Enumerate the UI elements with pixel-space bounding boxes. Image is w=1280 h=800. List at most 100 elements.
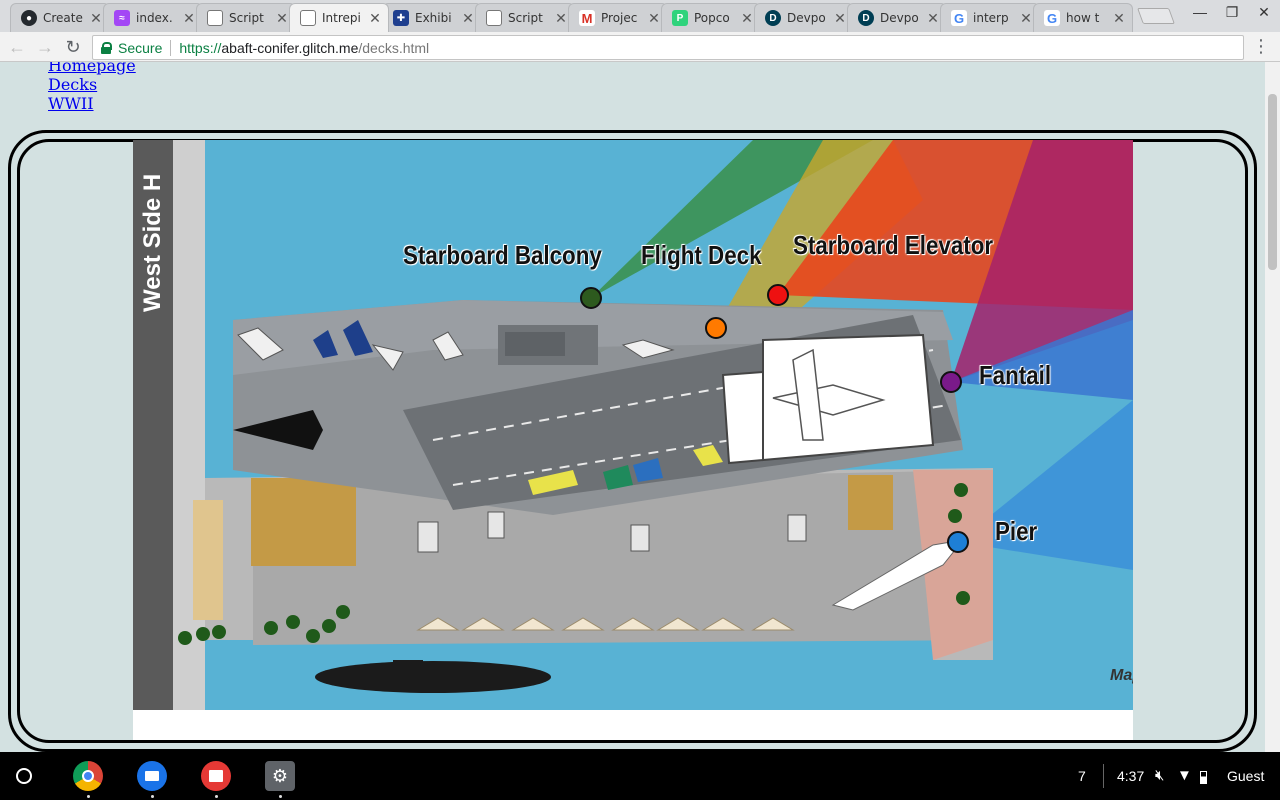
url-path: /decks.html <box>358 39 430 56</box>
tab-title: Popco <box>694 11 730 25</box>
running-indicator <box>215 795 218 798</box>
tray-divider <box>1103 764 1104 788</box>
tab-11[interactable]: G how t ✕ <box>1033 3 1133 32</box>
url-protocol: https:// <box>179 39 222 56</box>
lock-icon <box>101 41 112 54</box>
reload-icon[interactable]: ↻ <box>62 36 84 58</box>
close-icon[interactable]: ✕ <box>833 10 847 27</box>
new-tab-button[interactable] <box>1137 8 1175 24</box>
nav-link-decks[interactable]: Decks <box>48 75 136 94</box>
map-credit: Map <box>1110 667 1133 684</box>
nav-link-homepage[interactable]: Homepage <box>48 62 136 75</box>
nav-link-wwii[interactable]: WWII <box>48 94 136 113</box>
scrollbar[interactable] <box>1265 62 1280 752</box>
devpost-icon: D <box>765 10 781 26</box>
wifi-icon[interactable]: ▼ <box>1177 752 1192 800</box>
google-icon: G <box>951 10 967 26</box>
label-pier[interactable]: Pier <box>995 516 1037 547</box>
popcorn-icon: P <box>672 10 688 26</box>
close-icon[interactable]: ✕ <box>647 10 661 27</box>
devpost-icon: D <box>858 10 874 26</box>
address-bar[interactable]: Secure https:// abaft-conifer.glitch.me … <box>92 35 1244 60</box>
back-arrow-icon[interactable]: ← <box>6 36 28 58</box>
map-caption-area <box>133 710 1133 740</box>
tab-4[interactable]: ✚ Exhibi ✕ <box>382 3 482 32</box>
tab-title: Script <box>508 11 543 25</box>
clock[interactable]: 4:37 <box>1117 752 1144 800</box>
restore-icon[interactable]: ❐ <box>1218 4 1246 21</box>
tab-9[interactable]: D Devpo ✕ <box>847 3 947 32</box>
tab-title: Exhibi <box>415 11 452 25</box>
tab-title: Intrepi <box>322 11 361 25</box>
close-icon[interactable]: ✕ <box>1112 10 1126 27</box>
document-icon <box>486 10 502 26</box>
mute-icon[interactable]: 🔇︎ <box>1155 752 1164 800</box>
marker-flight-deck <box>705 317 727 339</box>
close-icon[interactable]: ✕ <box>461 10 475 27</box>
marker-fantail <box>940 371 962 393</box>
tab-strip: ● Create ✕ ≈ index. ✕ Script ✕ Intrepi ✕… <box>0 0 1280 32</box>
close-icon[interactable]: ✕ <box>182 10 196 27</box>
label-starboard-balcony[interactable]: Starboard Balcony <box>403 240 602 271</box>
omnibox-divider <box>170 39 172 56</box>
minimize-icon[interactable]: — <box>1186 4 1214 20</box>
tab-6[interactable]: M Projec ✕ <box>568 3 668 32</box>
forward-arrow-icon[interactable]: → <box>34 36 56 58</box>
tab-title: Devpo <box>787 11 826 25</box>
browser-toolbar: ← → ↻ Secure https:// abaft-conifer.glit… <box>0 32 1280 62</box>
chrome-icon[interactable] <box>73 761 103 791</box>
close-icon[interactable]: ✕ <box>368 10 382 27</box>
tab-3[interactable]: Intrepi ✕ <box>289 3 389 32</box>
files-icon[interactable] <box>137 761 167 791</box>
launcher-icon[interactable] <box>16 768 32 784</box>
close-icon[interactable]: ✕ <box>89 10 103 27</box>
tab-10[interactable]: G interp ✕ <box>940 3 1040 32</box>
tab-title: Devpo <box>880 11 919 25</box>
secure-label: Secure <box>118 39 163 56</box>
intrepid-deck-map: West Side H Starboard Balcony Flight Dec… <box>133 140 1133 710</box>
more-menu-icon[interactable]: ⋮ <box>1252 36 1270 57</box>
document-icon <box>300 10 316 26</box>
gallery-icon[interactable] <box>201 761 231 791</box>
glitch-icon: ≈ <box>114 10 130 26</box>
tab-title: Script <box>229 11 264 25</box>
map-illustration <box>133 140 1133 710</box>
tab-1[interactable]: ≈ index. ✕ <box>103 3 203 32</box>
nav-links: Homepage Decks WWII <box>48 62 136 113</box>
github-icon: ● <box>21 10 37 26</box>
tab-7[interactable]: P Popco ✕ <box>661 3 761 32</box>
label-flight-deck[interactable]: Flight Deck <box>641 240 762 271</box>
notification-count[interactable]: 7 <box>1078 752 1086 800</box>
tab-2[interactable]: Script ✕ <box>196 3 296 32</box>
user-label[interactable]: Guest <box>1227 752 1264 800</box>
google-icon: G <box>1044 10 1060 26</box>
tab-title: how t <box>1066 11 1100 25</box>
exhibit-icon: ✚ <box>393 10 409 26</box>
running-indicator <box>279 795 282 798</box>
running-indicator <box>151 795 154 798</box>
close-icon[interactable]: ✕ <box>1019 10 1033 27</box>
close-window-icon[interactable]: ✕ <box>1250 4 1278 21</box>
url-host: abaft-conifer.glitch.me <box>221 39 359 56</box>
close-icon[interactable]: ✕ <box>740 10 754 27</box>
close-icon[interactable]: ✕ <box>926 10 940 27</box>
settings-icon[interactable]: ⚙ <box>265 761 295 791</box>
label-fantail[interactable]: Fantail <box>979 360 1051 391</box>
road-label: West Side H <box>139 173 166 312</box>
label-starboard-elevator[interactable]: Starboard Elevator <box>793 230 993 261</box>
close-icon[interactable]: ✕ <box>275 10 289 27</box>
document-icon <box>207 10 223 26</box>
tab-0[interactable]: ● Create ✕ <box>10 3 110 32</box>
running-indicator <box>87 795 90 798</box>
close-icon[interactable]: ✕ <box>554 10 568 27</box>
tab-title: index. <box>136 11 173 25</box>
os-shelf: ⚙ 7 4:37 🔇︎ ▼ Guest <box>0 752 1280 800</box>
tab-title: Create <box>43 11 83 25</box>
battery-icon[interactable] <box>1200 752 1207 800</box>
tab-title: Projec <box>601 11 638 25</box>
marker-pier <box>947 531 969 553</box>
tab-title: interp <box>973 11 1009 25</box>
scrollbar-thumb[interactable] <box>1268 94 1277 270</box>
tab-8[interactable]: D Devpo ✕ <box>754 3 854 32</box>
tab-5[interactable]: Script ✕ <box>475 3 575 32</box>
